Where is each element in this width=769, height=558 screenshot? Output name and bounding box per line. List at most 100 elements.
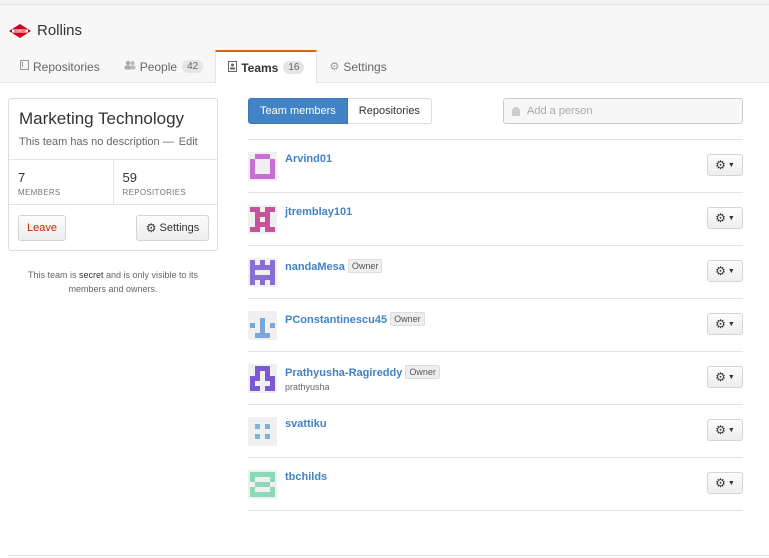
description-text: This team has no description [19, 136, 160, 148]
tab-people[interactable]: People 42 [112, 50, 216, 83]
footer-divider [8, 555, 769, 556]
note-text-pre: This team is [27, 270, 79, 280]
member-username-link[interactable]: svattiku [285, 418, 327, 430]
member-username-link[interactable]: tbchilds [285, 471, 327, 483]
avatar[interactable] [248, 470, 277, 499]
settings-label: Settings [159, 222, 200, 234]
member-fullname: prathyusha [285, 382, 330, 392]
member-username-link[interactable]: Prathyusha-Ragireddy Owner [285, 365, 440, 379]
chevron-down-icon: ▼ [727, 373, 735, 381]
avatar[interactable] [248, 311, 277, 340]
members-stat[interactable]: 7 MEMBERS [9, 160, 113, 204]
members-count: 7 [18, 170, 26, 185]
repo-icon [20, 59, 29, 74]
member-username-link[interactable]: Arvind01 [285, 153, 332, 165]
chevron-down-icon: ▼ [727, 267, 735, 275]
gear-icon: ⚙ [329, 61, 340, 73]
member-row: svattiku ⚙ ▼ [248, 405, 743, 458]
member-row: Prathyusha-Ragireddy Owner prathyusha ⚙ ▼ [248, 352, 743, 405]
member-options-button[interactable]: ⚙ ▼ [707, 366, 743, 388]
person-icon [512, 106, 520, 116]
member-username-link[interactable]: PConstantinescu45 Owner [285, 312, 425, 326]
member-username: Prathyusha-Ragireddy [285, 367, 403, 379]
repositories-label: REPOSITORIES [122, 188, 186, 197]
team-settings-button[interactable]: ⚙ Settings [136, 215, 209, 241]
org-header: ROLLINS Rollins Repositories People 42 T… [0, 5, 769, 84]
team-repositories-tab[interactable]: Repositories [347, 98, 432, 124]
repositories-count: 59 [122, 170, 137, 185]
member-username: svattiku [285, 418, 327, 430]
gear-icon: ⚙ [715, 317, 726, 331]
member-row: PConstantinescu45 Owner ⚙ ▼ [248, 299, 743, 352]
member-options-button[interactable]: ⚙ ▼ [707, 472, 743, 494]
member-list: Arvind01 ⚙ ▼ jtremblay101 ⚙ ▼ nandaMesa Owner ⚙ ▼… [248, 139, 743, 511]
team-stats: 7 MEMBERS 59 REPOSITORIES [9, 159, 217, 205]
team-members-tab[interactable]: Team members [248, 98, 348, 124]
gear-icon: ⚙ [715, 158, 726, 172]
edit-description-link[interactable]: Edit [179, 136, 198, 148]
member-username: Arvind01 [285, 153, 333, 165]
gear-icon: ⚙ [715, 211, 726, 225]
add-person-field[interactable] [503, 98, 743, 124]
member-row: jtremblay101 ⚙ ▼ [248, 193, 743, 246]
chevron-down-icon: ▼ [727, 320, 735, 328]
svg-text:ROLLINS: ROLLINS [14, 29, 26, 33]
repositories-stat[interactable]: 59 REPOSITORIES [112, 160, 218, 204]
members-label: MEMBERS [18, 188, 61, 197]
org-title[interactable]: ROLLINS Rollins [9, 22, 82, 39]
owner-badge: Owner [405, 365, 440, 379]
gear-icon: ⚙ [715, 370, 726, 384]
description-separator: — [162, 136, 174, 148]
member-username-link[interactable]: nandaMesa Owner [285, 259, 383, 273]
member-username-link[interactable]: jtremblay101 [285, 206, 352, 218]
member-username: PConstantinescu45 [285, 314, 388, 326]
member-row: nandaMesa Owner ⚙ ▼ [248, 246, 743, 299]
team-icon [228, 60, 238, 75]
tab-label: People [139, 59, 178, 74]
secret-team-note: This team is secret and is only visible … [8, 268, 218, 296]
add-person-input[interactable] [527, 105, 727, 117]
org-tabs: Repositories People 42 Teams 16 ⚙ Settin… [8, 50, 399, 84]
team-description: This team has no description — Edit [19, 136, 198, 148]
chevron-down-icon: ▼ [727, 214, 735, 222]
chevron-down-icon: ▼ [727, 161, 735, 169]
tab-teams[interactable]: Teams 16 [215, 50, 318, 84]
team-view-toggle: Team members Repositories [248, 98, 432, 124]
team-name: Marketing Technology [19, 109, 185, 128]
member-options-button[interactable]: ⚙ ▼ [707, 207, 743, 229]
owner-badge: Owner [390, 312, 425, 326]
avatar[interactable] [248, 205, 277, 234]
member-options-button[interactable]: ⚙ ▼ [707, 419, 743, 441]
avatar[interactable] [248, 417, 277, 446]
tab-label: Settings [343, 59, 387, 74]
team-card: Marketing Technology This team has no de… [8, 98, 218, 251]
member-row: Arvind01 ⚙ ▼ [248, 140, 743, 193]
gear-icon: ⚙ [145, 221, 157, 235]
tab-settings[interactable]: ⚙ Settings [317, 50, 398, 83]
rollins-logo-icon: ROLLINS [9, 23, 31, 38]
member-options-button[interactable]: ⚙ ▼ [707, 154, 743, 176]
tab-label: Repositories [33, 59, 100, 74]
member-username: nandaMesa [285, 261, 345, 273]
teams-count-badge: 16 [283, 61, 305, 74]
tab-label: Teams [241, 60, 279, 75]
member-username: jtremblay101 [285, 206, 353, 218]
gear-icon: ⚙ [715, 476, 726, 490]
people-icon [124, 60, 136, 73]
avatar[interactable] [248, 364, 277, 393]
avatar[interactable] [248, 152, 277, 181]
people-count-badge: 42 [182, 60, 204, 73]
avatar[interactable] [248, 258, 277, 287]
gear-icon: ⚙ [715, 423, 726, 437]
member-username: tbchilds [285, 471, 328, 483]
note-secret-word: secret [78, 270, 104, 280]
gear-icon: ⚙ [715, 264, 726, 278]
chevron-down-icon: ▼ [727, 426, 735, 434]
chevron-down-icon: ▼ [727, 479, 735, 487]
tab-repositories[interactable]: Repositories [8, 50, 112, 83]
member-options-button[interactable]: ⚙ ▼ [707, 260, 743, 282]
member-options-button[interactable]: ⚙ ▼ [707, 313, 743, 335]
member-row: tbchilds ⚙ ▼ [248, 458, 743, 511]
org-name: Rollins [37, 22, 83, 39]
leave-team-button[interactable]: Leave [18, 215, 66, 241]
